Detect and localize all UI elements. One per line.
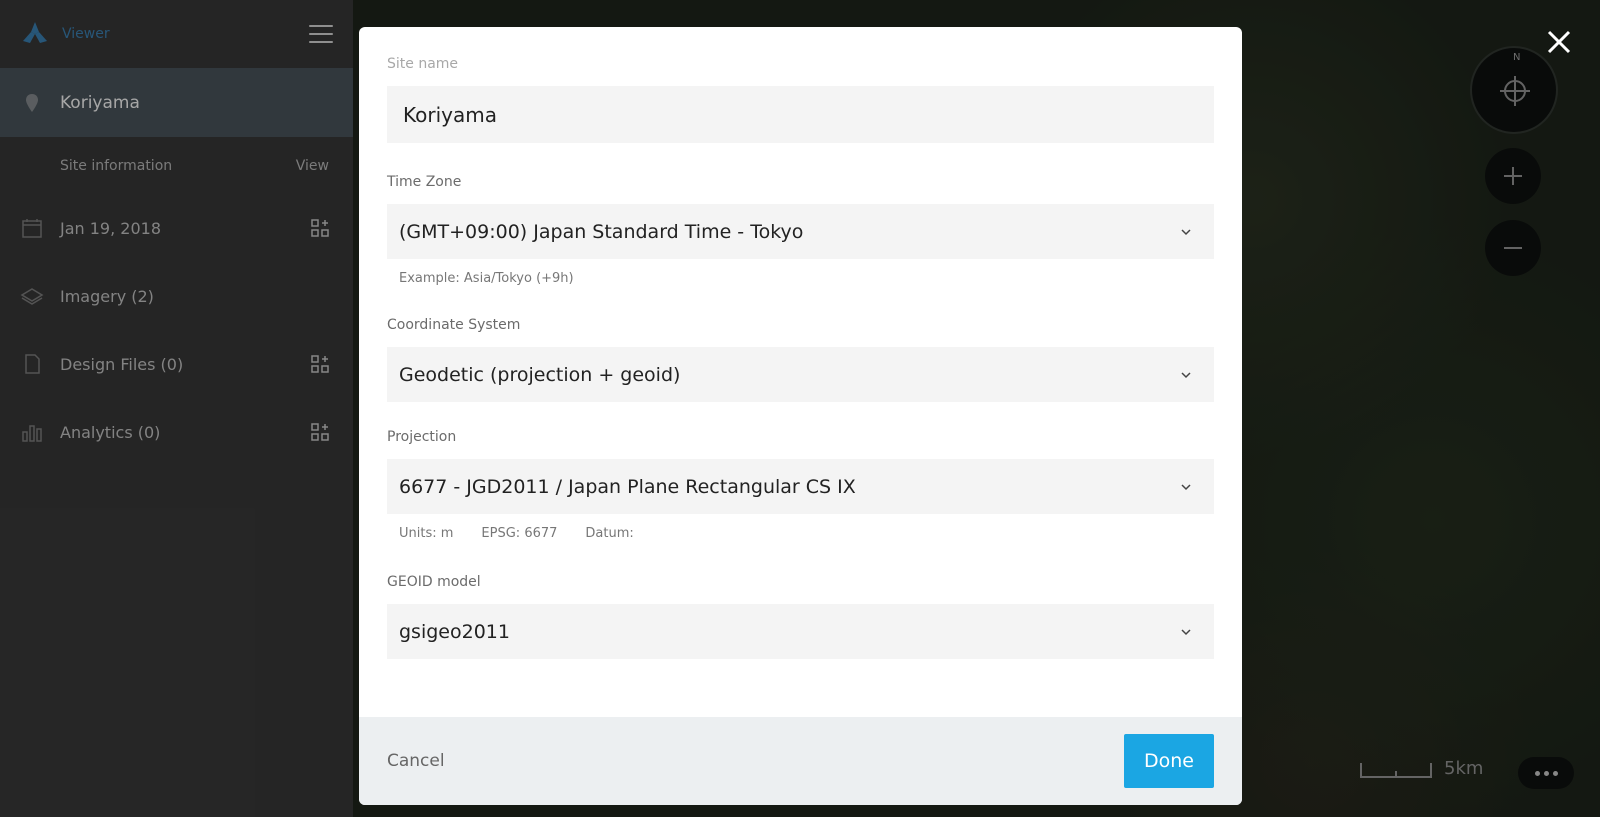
chevron-down-icon xyxy=(1181,228,1191,235)
time-zone-label: Time Zone xyxy=(387,174,462,190)
time-zone-hint: Example: Asia/Tokyo (+9h) xyxy=(387,271,1214,289)
time-zone-select[interactable]: (GMT+09:00) Japan Standard Time - Tokyo xyxy=(387,204,1214,259)
chevron-down-icon xyxy=(1181,628,1191,635)
projection-value: 6677 - JGD2011 / Japan Plane Rectangular… xyxy=(399,475,856,498)
time-zone-value: (GMT+09:00) Japan Standard Time - Tokyo xyxy=(399,220,804,243)
site-settings-dialog: Site name Koriyama Time Zone (GMT+09:00)… xyxy=(359,27,1242,805)
geoid-model-label: GEOID model xyxy=(387,574,481,590)
close-icon[interactable] xyxy=(1545,28,1573,56)
coordinate-system-label: Coordinate System xyxy=(387,317,521,333)
projection-select[interactable]: 6677 - JGD2011 / Japan Plane Rectangular… xyxy=(387,459,1214,514)
coordinate-system-select[interactable]: Geodetic (projection + geoid) xyxy=(387,347,1214,402)
site-name-input[interactable]: Koriyama xyxy=(387,86,1214,143)
chevron-down-icon xyxy=(1181,483,1191,490)
cancel-button[interactable]: Cancel xyxy=(387,751,445,771)
geoid-model-value: gsigeo2011 xyxy=(399,620,510,643)
projection-details: Units: m EPSG: 6677 Datum: xyxy=(387,526,1214,544)
dialog-body: Site name Koriyama Time Zone (GMT+09:00)… xyxy=(359,27,1242,659)
done-button[interactable]: Done xyxy=(1124,734,1214,788)
site-name-field-label: Site name xyxy=(387,56,459,72)
projection-units: Units: m xyxy=(399,526,454,541)
coordinate-system-value: Geodetic (projection + geoid) xyxy=(399,363,681,386)
time-zone-hint-text: Example: Asia/Tokyo (+9h) xyxy=(399,271,574,286)
chevron-down-icon xyxy=(1181,371,1191,378)
projection-epsg: EPSG: 6677 xyxy=(481,526,558,541)
projection-datum: Datum: xyxy=(585,526,634,541)
dialog-footer: Cancel Done xyxy=(359,717,1242,805)
projection-label: Projection xyxy=(387,429,457,445)
geoid-model-select[interactable]: gsigeo2011 xyxy=(387,604,1214,659)
